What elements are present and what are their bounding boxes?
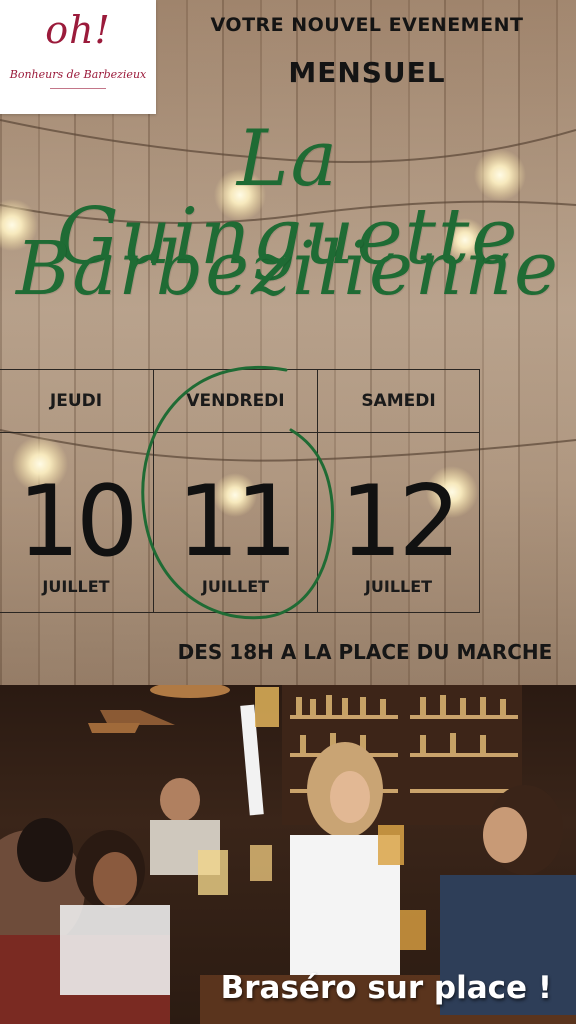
day-number: 11 <box>177 465 298 579</box>
calendar-date-day-3: 12 JUILLET <box>318 433 479 612</box>
day-name: JEUDI <box>49 391 103 411</box>
calendar-header-day-2: VENDREDI <box>154 370 318 433</box>
logo-divider <box>50 88 106 89</box>
calendar-header-day-3: SAMEDI <box>318 370 479 433</box>
day-month: JUILLET <box>201 577 270 596</box>
brasero-note: Braséro sur place ! <box>220 970 552 1006</box>
day-name: SAMEDI <box>361 391 436 411</box>
logo-mark: oh! <box>45 8 111 52</box>
calendar-date-day-1: 10 JUILLET <box>0 433 154 612</box>
event-calendar: JEUDI VENDREDI SAMEDI 10 JUILLET 11 JUIL… <box>0 369 480 613</box>
day-number: 10 <box>17 465 139 579</box>
event-title-line-2: Barbezilienne <box>16 226 560 312</box>
day-month: JUILLET <box>364 577 433 596</box>
header-line-1: VOTRE NOUVEL EVENEMENT <box>210 14 524 36</box>
brand-logo: oh! Bonheurs de Barbezieux <box>0 0 156 114</box>
calendar-date-day-2: 11 JUILLET <box>154 433 318 612</box>
day-number: 12 <box>340 465 461 579</box>
calendar-header-day-1: JEUDI <box>0 370 154 433</box>
header-line-2: MENSUEL <box>288 56 446 89</box>
day-name: VENDREDI <box>186 391 285 411</box>
logo-brand: Bonheurs de Barbezieux <box>9 68 147 81</box>
day-month: JUILLET <box>42 577 110 596</box>
schedule-text: DES 18H A LA PLACE DU MARCHE <box>177 640 553 664</box>
